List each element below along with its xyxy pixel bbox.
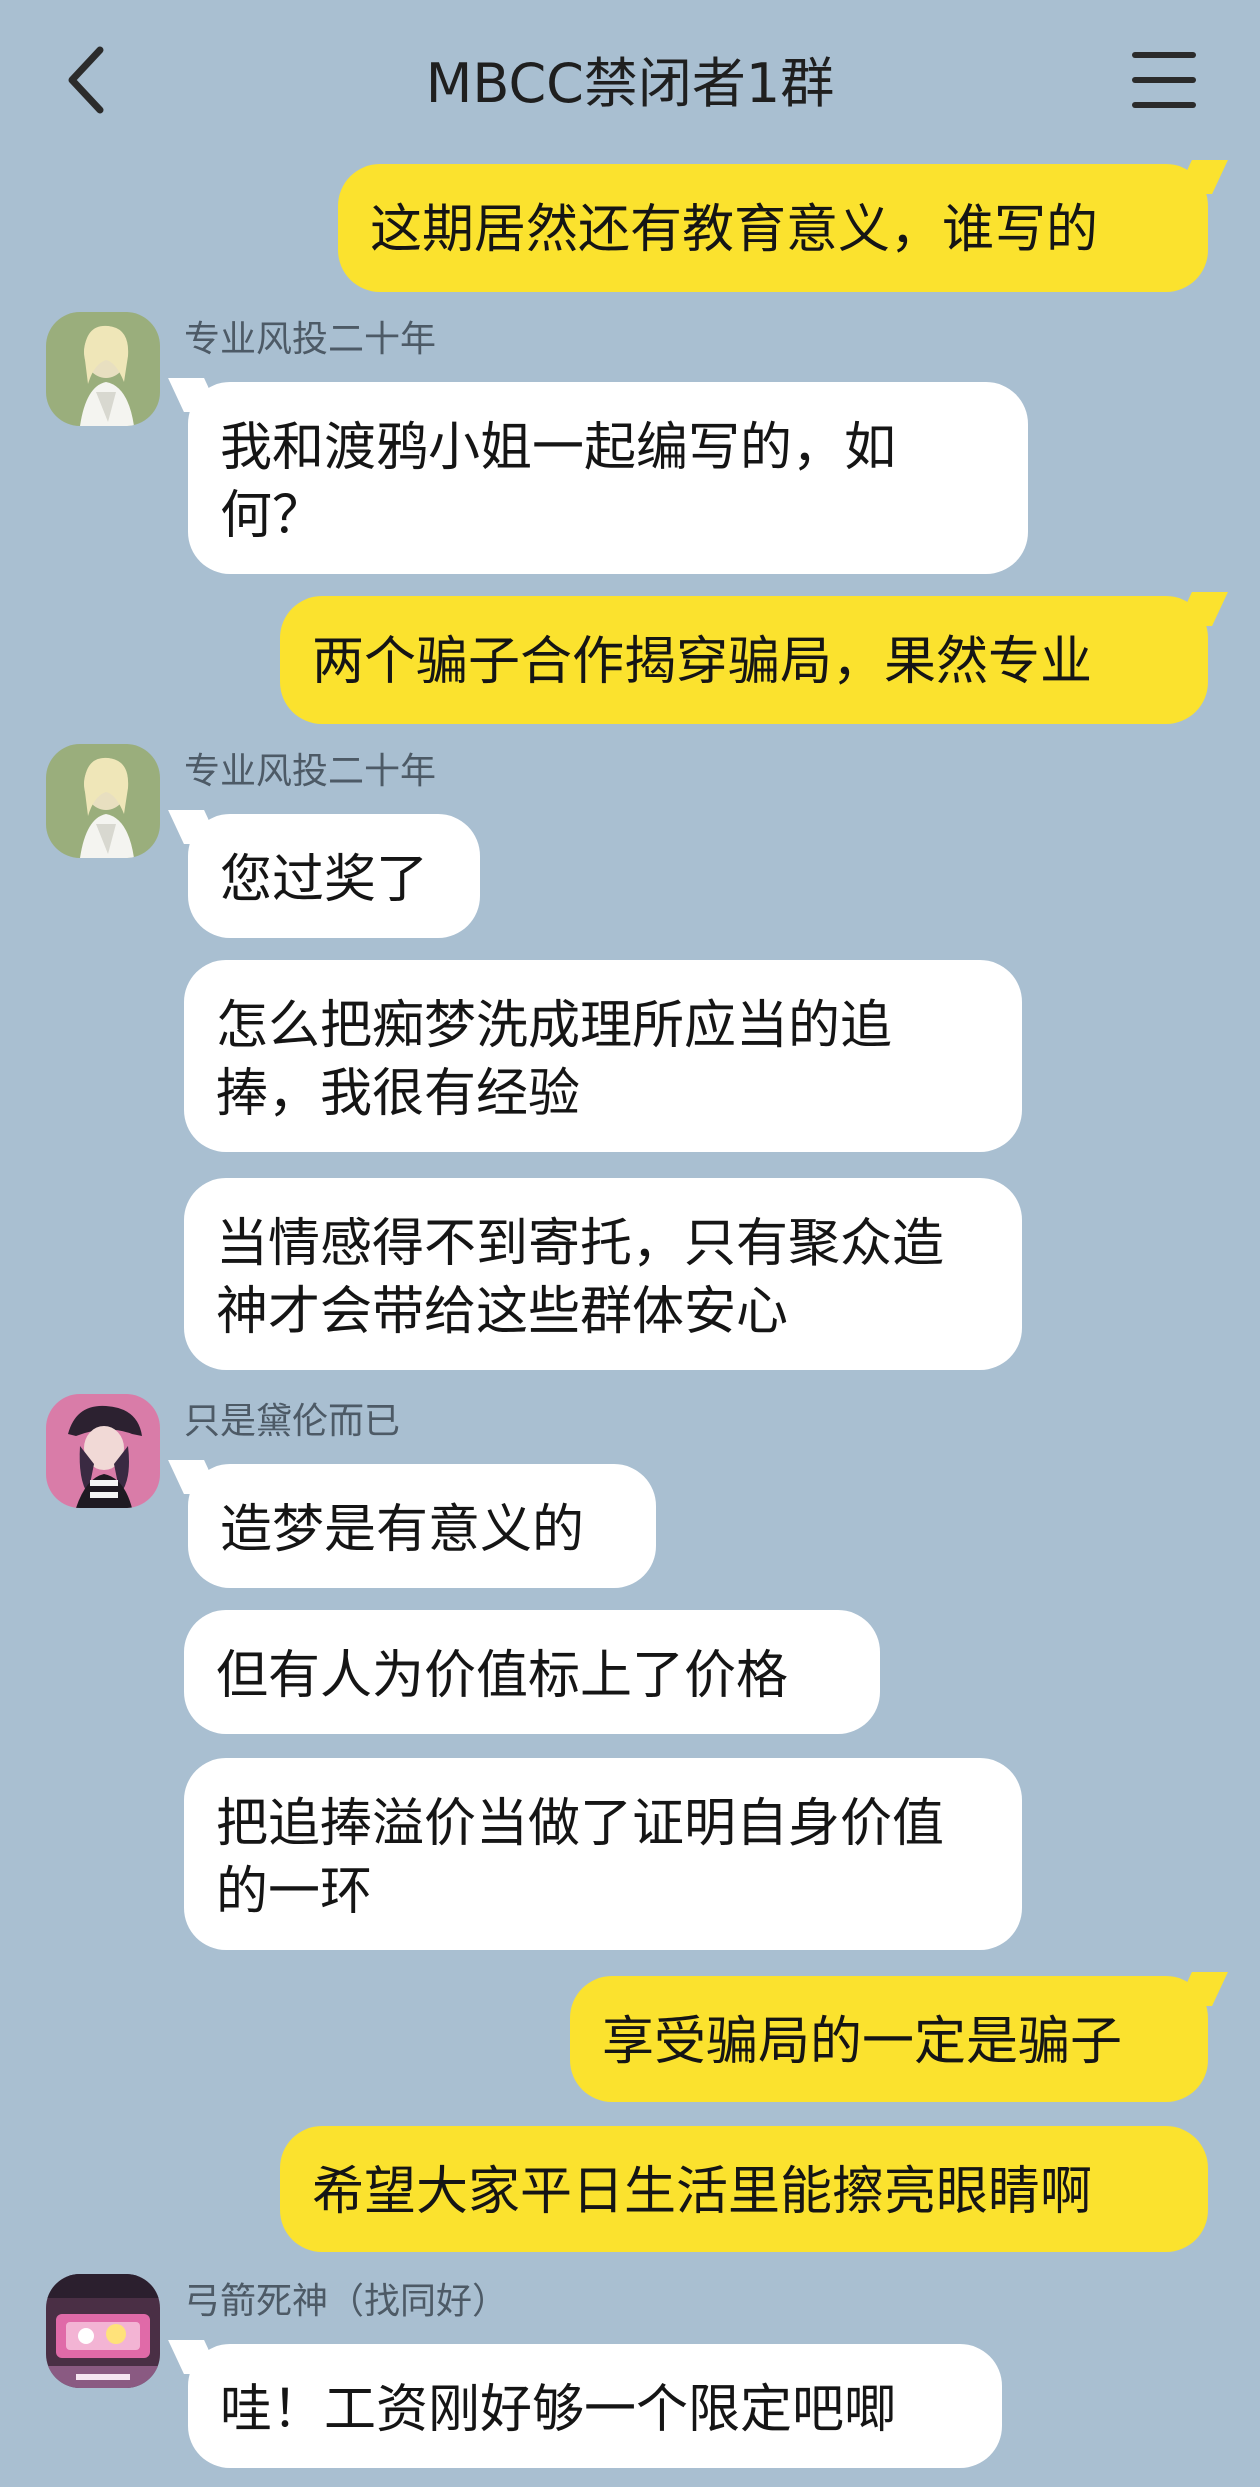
sender-name: 只是黛伦而已 xyxy=(184,1401,401,1442)
avatar-dark-hair-character[interactable] xyxy=(46,1394,160,1508)
sender-name: 专业风投二十年 xyxy=(184,319,437,360)
message-text: 我和渡鸦小姐一起编写的，如何？ xyxy=(220,418,897,546)
message-text: 但有人为价值标上了价格 xyxy=(216,1646,789,1706)
avatar-blonde-character[interactable] xyxy=(46,744,160,858)
chat-title: MBCC禁闭者1群 xyxy=(425,52,835,115)
chat-header: MBCC禁闭者1群 xyxy=(0,0,1260,165)
message-text: 哇！工资刚好够一个限定吧唧 xyxy=(220,2380,897,2440)
my-message-bubble[interactable]: 希望大家平日生活里能擦亮眼睛啊 xyxy=(280,2126,1208,2252)
message-text: 两个骗子合作揭穿骗局，果然专业 xyxy=(312,632,1093,692)
sender-name: 弓箭死神（找同好） xyxy=(184,2281,509,2322)
message-text: 造梦是有意义的 xyxy=(220,1500,585,1560)
message-text: 把追捧溢价当做了证明自身价值的一环 xyxy=(216,1794,945,1922)
message-text: 这期居然还有教育意义，谁写的 xyxy=(370,200,1099,260)
hamburger-menu-icon[interactable] xyxy=(1132,52,1196,112)
message-bubble[interactable]: 但有人为价值标上了价格 xyxy=(184,1610,880,1734)
message-bubble[interactable]: 我和渡鸦小姐一起编写的，如何？ xyxy=(188,382,1028,574)
message-text: 您过奖了 xyxy=(220,850,429,910)
message-bubble[interactable]: 哇！工资刚好够一个限定吧唧 xyxy=(188,2344,1002,2468)
message-bubble[interactable]: 您过奖了 xyxy=(188,814,480,938)
message-bubble[interactable]: 怎么把痴梦洗成理所应当的追捧，我很有经验 xyxy=(184,960,1022,1152)
message-text: 希望大家平日生活里能擦亮眼睛啊 xyxy=(312,2162,1093,2222)
message-text: 怎么把痴梦洗成理所应当的追捧，我很有经验 xyxy=(216,996,893,1124)
message-bubble[interactable]: 把追捧溢价当做了证明自身价值的一环 xyxy=(184,1758,1022,1950)
message-text: 享受骗局的一定是骗子 xyxy=(602,2012,1123,2072)
my-message-bubble[interactable]: 这期居然还有教育意义，谁写的 xyxy=(338,164,1208,292)
message-bubble[interactable]: 当情感得不到寄托，只有聚众造神才会带给这些群体安心 xyxy=(184,1178,1022,1370)
message-bubble[interactable]: 造梦是有意义的 xyxy=(188,1464,656,1588)
my-message-bubble[interactable]: 享受骗局的一定是骗子 xyxy=(570,1976,1208,2102)
avatar-pink-scene-image[interactable] xyxy=(46,2274,160,2388)
message-text: 当情感得不到寄托，只有聚众造神才会带给这些群体安心 xyxy=(216,1214,945,1342)
sender-name: 专业风投二十年 xyxy=(184,751,437,792)
my-message-bubble[interactable]: 两个骗子合作揭穿骗局，果然专业 xyxy=(280,596,1208,724)
avatar-blonde-character[interactable] xyxy=(46,312,160,426)
